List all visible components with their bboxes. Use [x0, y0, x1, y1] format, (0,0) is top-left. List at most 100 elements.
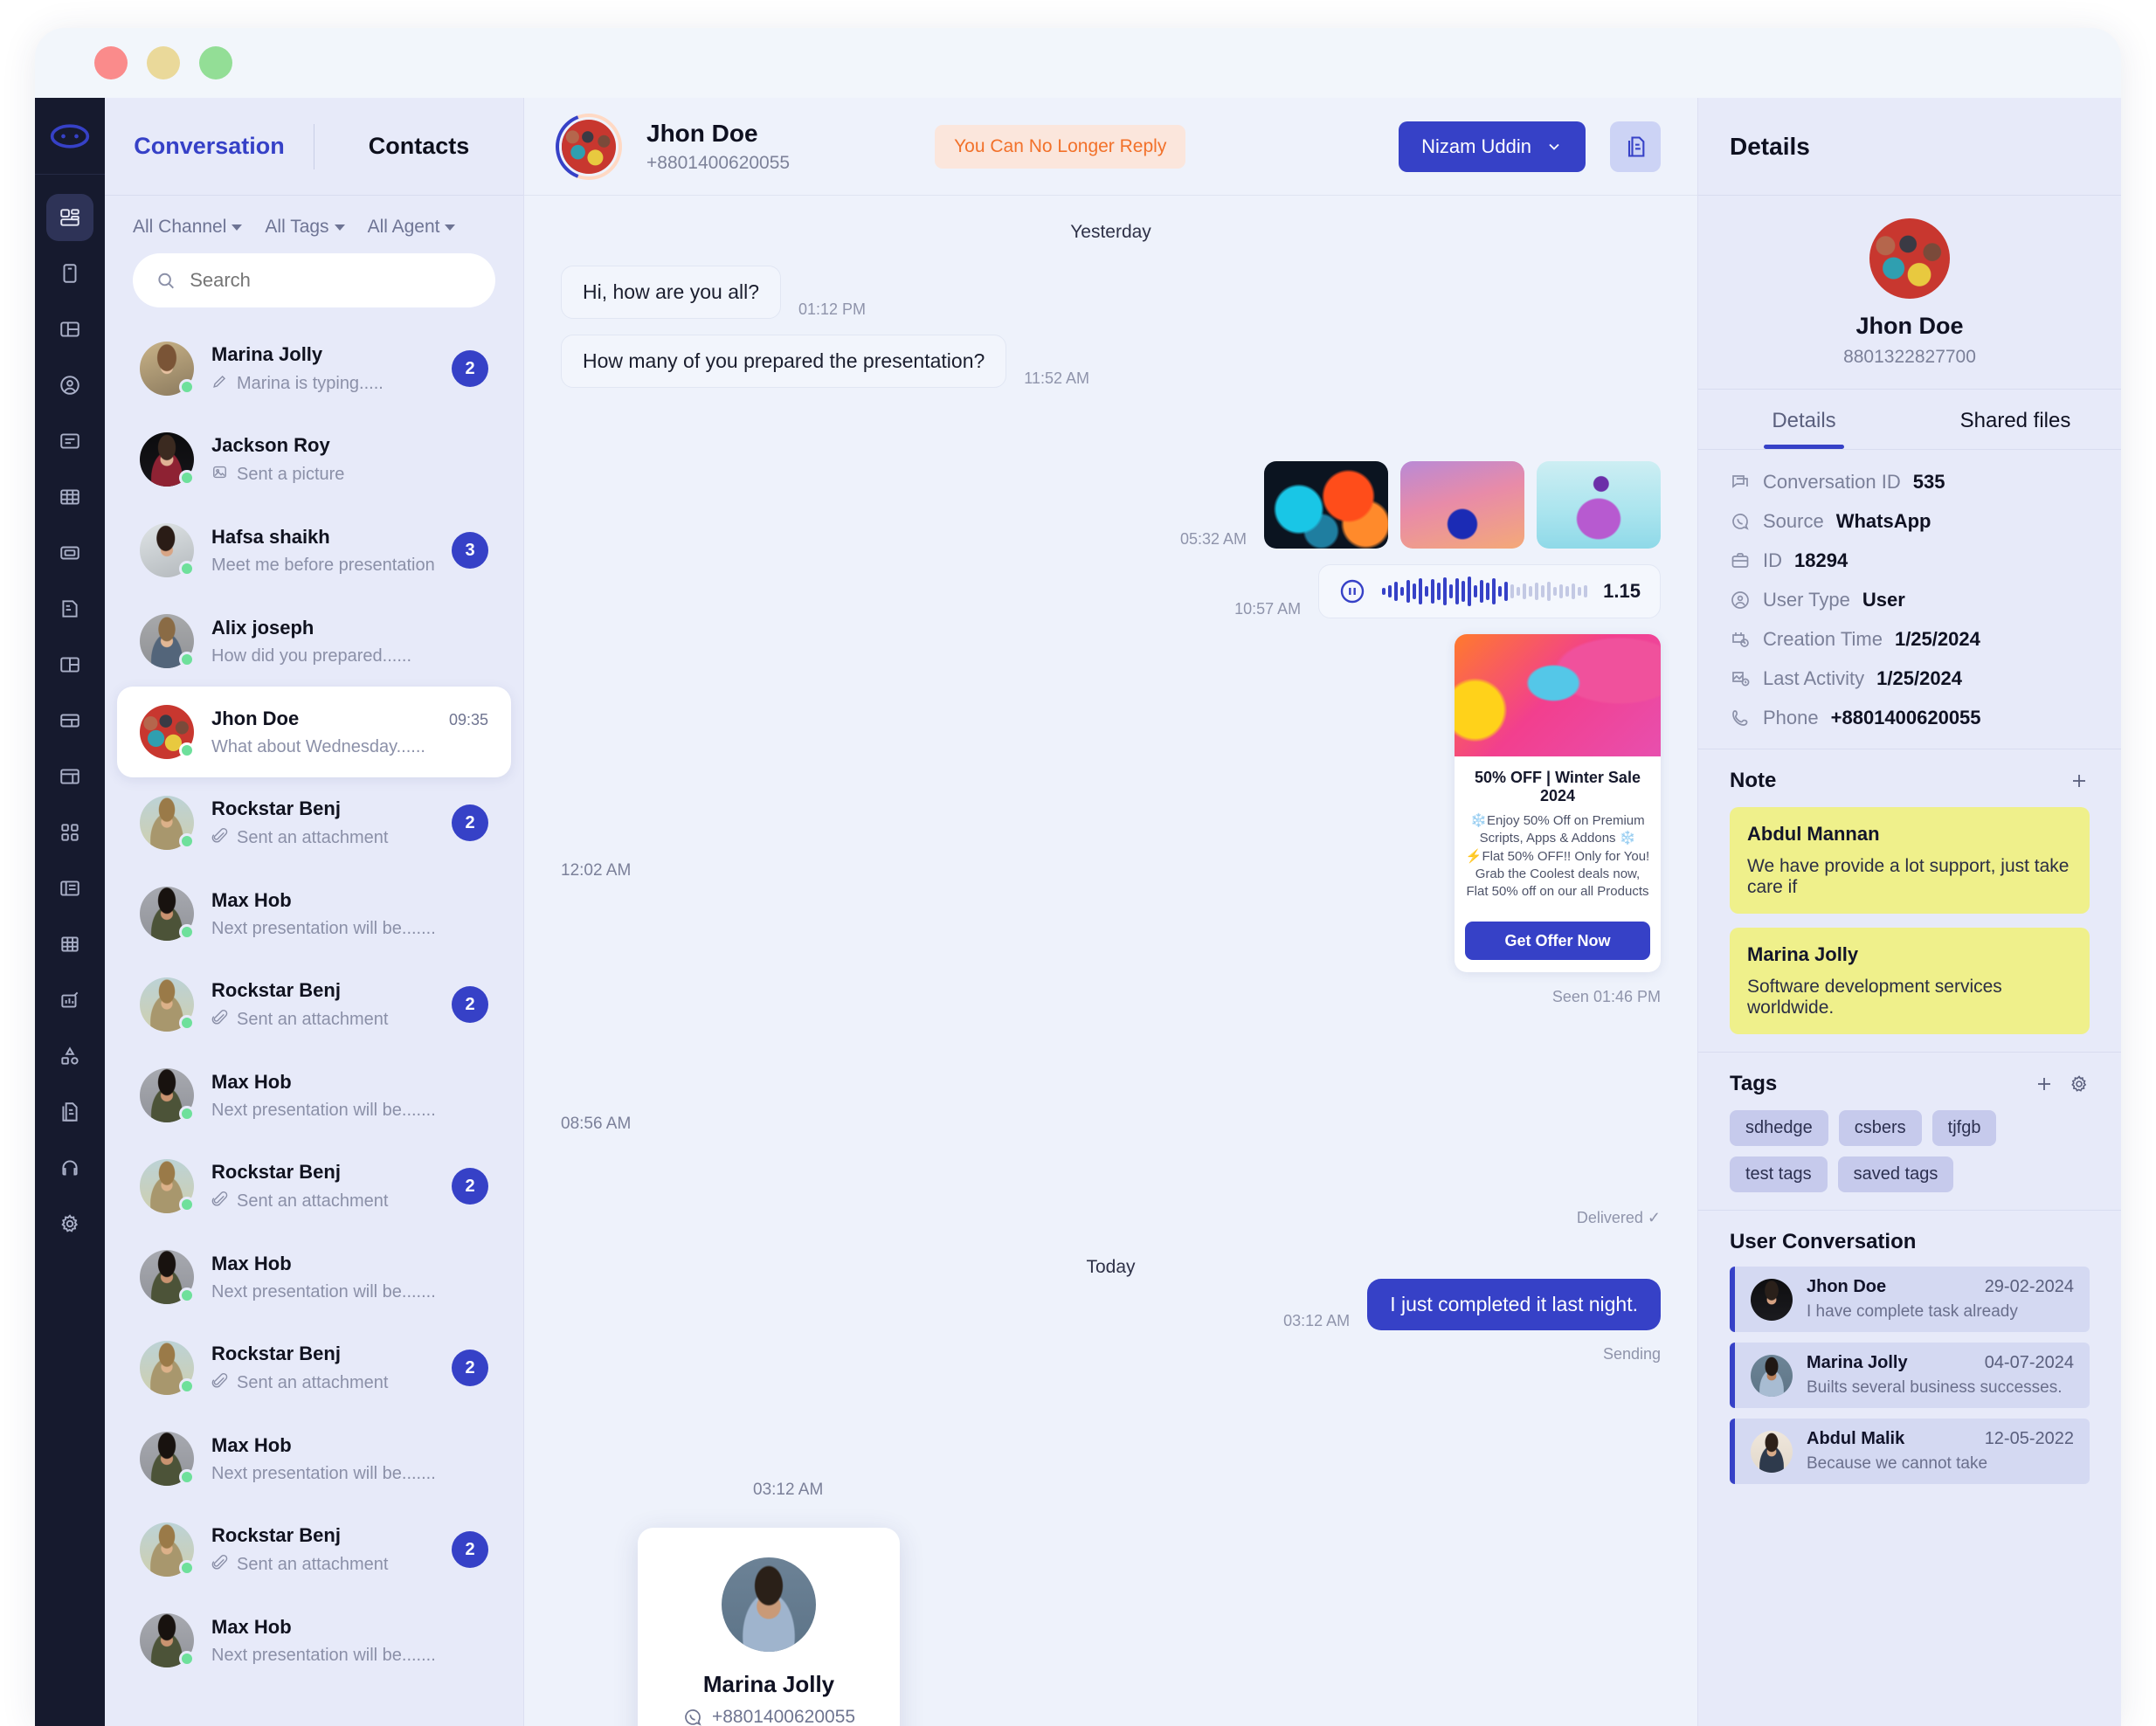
- close-window-button[interactable]: [94, 46, 128, 79]
- filter-all-tags[interactable]: All Tags: [265, 217, 345, 238]
- plus-icon[interactable]: [2034, 1074, 2055, 1094]
- presence-indicator: [179, 1469, 195, 1485]
- conversation-list-item[interactable]: Rockstar Benj Sent an attachment 2: [117, 1141, 511, 1232]
- conversation-name: Rockstar Benj: [211, 797, 341, 819]
- sidebar-item-file-text[interactable]: [46, 585, 93, 632]
- paperclip-icon: [211, 1191, 228, 1212]
- message-bubble: Hi, how are you all?: [561, 266, 781, 319]
- get-offer-button[interactable]: Get Offer Now: [1465, 922, 1650, 961]
- conversation-list-item[interactable]: Marina Jolly Marina is typing..... 2: [117, 323, 511, 414]
- user-conversation-date: 04-07-2024: [1984, 1353, 2074, 1372]
- document-copy-button[interactable]: [1610, 121, 1661, 172]
- conversation-list-item[interactable]: Max Hob Next presentation will be.......: [117, 868, 511, 959]
- avatar: [140, 1522, 195, 1577]
- tab-shared-files[interactable]: Shared files: [1910, 390, 2121, 449]
- chat-avatar[interactable]: [556, 113, 622, 180]
- app-logo[interactable]: [35, 98, 105, 175]
- field-value: +8801400620055: [1830, 707, 1981, 728]
- sidebar-item-settings[interactable]: [46, 1200, 93, 1247]
- tab-conversation[interactable]: Conversation: [105, 133, 314, 160]
- user-conversation-section: User Conversation Jhon Doe 29-02-2024 I ha…: [1698, 1211, 2121, 1512]
- conversation-list-item[interactable]: Rockstar Benj Sent an attachment 2: [117, 777, 511, 868]
- conversation-list-item[interactable]: Max Hob Next presentation will be.......: [117, 1413, 511, 1504]
- details-panel: Details Jhon Doe 8801322827700 Details S…: [1697, 98, 2121, 1726]
- nav-rail: [35, 98, 105, 1726]
- sidebar-item-window[interactable]: [46, 529, 93, 576]
- conversation-list-item[interactable]: Rockstar Benj Sent an attachment 2: [117, 1322, 511, 1413]
- conversation-list-item[interactable]: Hafsa shaikh Meet me before presentation.…: [117, 505, 511, 596]
- sidebar-item-apps-grid[interactable]: [46, 809, 93, 856]
- tab-contacts[interactable]: Contacts: [314, 133, 523, 160]
- sidebar-item-layout-split[interactable]: [46, 697, 93, 744]
- note-section-actions: [2069, 770, 2090, 791]
- maximize-window-button[interactable]: [199, 46, 232, 79]
- avatar: [1751, 1430, 1793, 1473]
- conversation-list-item[interactable]: Max Hob Next presentation will be.......: [117, 1595, 511, 1686]
- image-attachment[interactable]: [1400, 461, 1524, 549]
- user-conversation-message: Builts several business successes.: [1807, 1378, 2063, 1397]
- sidebar-item-chart-bar[interactable]: [46, 977, 93, 1024]
- conversation-list-item[interactable]: Jhon Doe 09:35 What about Wednesday......: [117, 687, 511, 777]
- user-conversation-item[interactable]: Jhon Doe 29-02-2024 I have complete task a…: [1730, 1267, 2090, 1332]
- conversation-preview: Sent an attachment: [211, 1372, 434, 1394]
- tag-chip[interactable]: saved tags: [1837, 1156, 1954, 1192]
- conversation-preview: Sent an attachment: [211, 1191, 434, 1212]
- sidebar-item-user[interactable]: [46, 362, 93, 409]
- sidebar-item-device[interactable]: [46, 250, 93, 297]
- conversation-list-item[interactable]: Alix joseph How did you prepared......: [117, 596, 511, 687]
- sidebar-item-list-details[interactable]: [46, 865, 93, 912]
- sidebar-item-layout-sidebar[interactable]: [46, 753, 93, 800]
- filter-all-channel[interactable]: All Channel: [133, 217, 243, 238]
- message-thread[interactable]: Yesterday Hi, how are you all? 01:12 PM …: [524, 196, 1697, 1726]
- tag-chip[interactable]: test tags: [1730, 1156, 1828, 1192]
- plus-icon[interactable]: [2069, 770, 2090, 791]
- user-conversation-item[interactable]: Marina Jolly 04-07-2024 Builts several bus…: [1730, 1343, 2090, 1408]
- image-attachment[interactable]: [1264, 461, 1388, 549]
- chevron-down-icon: [1549, 143, 1559, 150]
- image-attachment[interactable]: [1537, 461, 1661, 549]
- note-card[interactable]: Abdul Mannan We have provide a lot suppo…: [1730, 807, 2090, 914]
- audio-message[interactable]: 1.15: [1318, 564, 1661, 618]
- promo-card[interactable]: 50% OFF | Winter Sale 2024 ❄️Enjoy 50% O…: [1455, 634, 1661, 973]
- agent-select-button[interactable]: Nizam Uddin: [1399, 121, 1586, 172]
- field-value: User: [1862, 589, 1905, 611]
- sidebar-item-documents[interactable]: [46, 1088, 93, 1136]
- conversation-list[interactable]: Marina Jolly Marina is typing..... 2 Jackso…: [105, 323, 523, 1726]
- pencil-icon: [211, 373, 228, 395]
- note-card[interactable]: Marina Jolly Software development servic…: [1730, 928, 2090, 1034]
- tab-details[interactable]: Details: [1698, 390, 1910, 449]
- conversation-list-item[interactable]: Max Hob Next presentation will be.......: [117, 1232, 511, 1322]
- chat-bubble-icon: [1732, 475, 1748, 488]
- conversation-list-item[interactable]: Jackson Roy Sent a picture: [117, 414, 511, 505]
- filter-all-agent[interactable]: All Agent: [368, 217, 456, 238]
- avatar: [140, 1159, 195, 1213]
- conversation-preview-text: Next presentation will be.......: [211, 1645, 436, 1665]
- sidebar-item-table[interactable]: [46, 921, 93, 968]
- sidebar-item-layout-quad[interactable]: [46, 641, 93, 688]
- user-conversation-item[interactable]: Abdul Malik 12-05-2022 Because we cannot t…: [1730, 1419, 2090, 1484]
- search-box[interactable]: [133, 253, 495, 307]
- conversation-list-item[interactable]: Rockstar Benj Sent an attachment 2: [117, 959, 511, 1050]
- sidebar-item-shapes[interactable]: [46, 1032, 93, 1080]
- search-input[interactable]: [190, 269, 473, 292]
- tag-chip[interactable]: tjfgb: [1931, 1110, 1997, 1146]
- minimize-window-button[interactable]: [147, 46, 180, 79]
- pause-icon[interactable]: [1338, 577, 1366, 605]
- sidebar-item-support[interactable]: [46, 1144, 93, 1191]
- tag-chip[interactable]: csbers: [1838, 1110, 1922, 1146]
- gear-icon[interactable]: [2069, 1074, 2090, 1094]
- sidebar-item-dashboard[interactable]: [46, 194, 93, 241]
- conversation-list-item[interactable]: Max Hob Next presentation will be.......: [117, 1050, 511, 1141]
- avatar: [140, 1613, 195, 1667]
- avatar[interactable]: [1869, 218, 1950, 299]
- image-attachments[interactable]: [1264, 461, 1661, 549]
- agent-name-label: Nizam Uddin: [1421, 135, 1531, 157]
- field-id: ID 18294: [1730, 549, 2090, 572]
- tag-chip[interactable]: sdhedge: [1730, 1110, 1828, 1146]
- contact-card[interactable]: Marina Jolly +8801400620055 Chat: [638, 1528, 900, 1726]
- conversation-list-item[interactable]: Rockstar Benj Sent an attachment 2: [117, 1504, 511, 1595]
- details-tabs: Details Shared files: [1698, 390, 2121, 450]
- sidebar-item-layout-table[interactable]: [46, 306, 93, 353]
- sidebar-item-grid-table[interactable]: [46, 473, 93, 521]
- sidebar-item-article[interactable]: [46, 418, 93, 465]
